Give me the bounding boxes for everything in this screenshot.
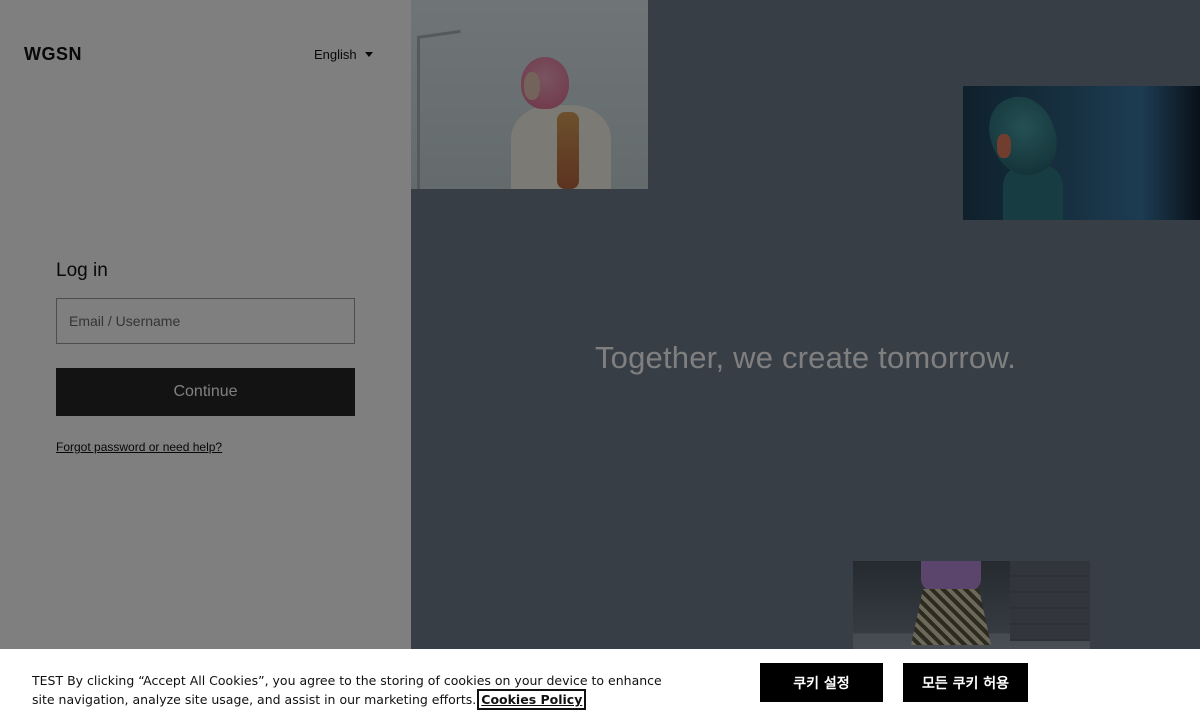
cookie-notice: TEST By clicking “Accept All Cookies”, y… <box>32 671 682 710</box>
accept-all-cookies-button[interactable]: 모든 쿠키 허용 <box>903 663 1028 702</box>
hero-photo-pink-hair <box>411 0 648 189</box>
hero-photo-portrait <box>963 86 1200 220</box>
cookie-banner: TEST By clicking “Accept All Cookies”, y… <box>0 649 1200 720</box>
language-label: English <box>314 47 357 62</box>
wgsn-logo[interactable]: WGSN <box>24 44 82 65</box>
cookies-policy-link[interactable]: Cookies Policy <box>477 689 587 710</box>
login-page: WGSN English Log in Continue Forgot pass… <box>0 0 1200 720</box>
hero-tagline: Together, we create tomorrow. <box>594 340 1017 375</box>
cookie-settings-button[interactable]: 쿠키 설정 <box>760 663 883 702</box>
login-panel: WGSN English Log in Continue Forgot pass… <box>0 0 411 720</box>
language-selector[interactable]: English <box>314 47 373 62</box>
continue-button[interactable]: Continue <box>56 368 355 416</box>
hero-panel: Together, we create tomorrow. <box>411 0 1200 720</box>
email-username-input[interactable] <box>56 298 355 344</box>
login-title: Log in <box>56 260 108 281</box>
caret-down-icon <box>364 52 373 57</box>
forgot-password-link[interactable]: Forgot password or need help? <box>56 440 222 454</box>
